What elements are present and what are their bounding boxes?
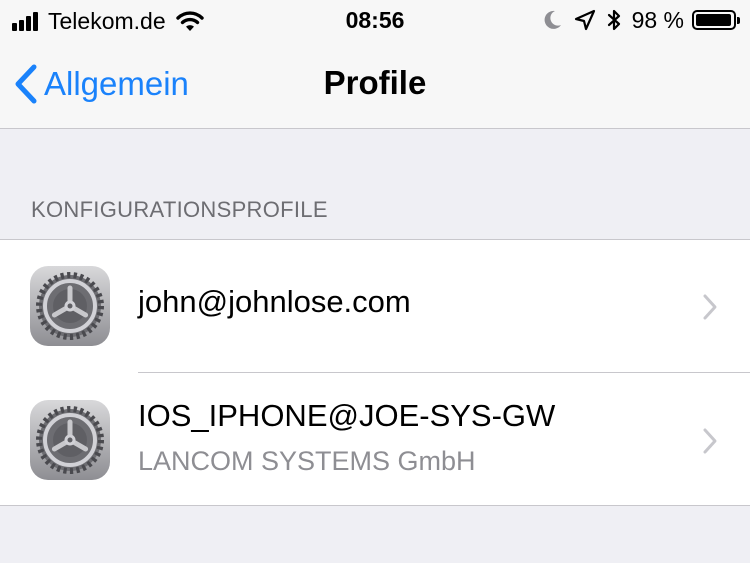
status-right: 98 % bbox=[542, 6, 740, 33]
page-title: Profile bbox=[323, 64, 427, 101]
location-icon bbox=[574, 9, 595, 31]
battery-tip bbox=[737, 17, 740, 24]
profile-row-lancom[interactable]: IOS_IPHONE@JOE-SYS-GW LANCOM SYSTEMS Gmb… bbox=[0, 373, 750, 506]
profile-title: john@johnlose.com bbox=[138, 284, 411, 319]
chevron-right-icon bbox=[703, 294, 717, 320]
battery-fill bbox=[696, 14, 732, 26]
moon-icon bbox=[544, 10, 561, 29]
chevron-right-icon bbox=[703, 428, 717, 454]
profile-list: john@johnlose.com IOS_IPHONE@JOE-SYS-GW … bbox=[0, 239, 750, 506]
battery-icon bbox=[692, 10, 740, 30]
settings-gear-icon bbox=[30, 400, 110, 480]
settings-gear-icon bbox=[30, 266, 110, 346]
profile-row-john[interactable]: john@johnlose.com bbox=[0, 240, 750, 373]
profile-subtitle: LANCOM SYSTEMS GmbH bbox=[138, 446, 476, 476]
section-header: KONFIGURATIONSPROFILE bbox=[31, 197, 328, 222]
status-bar: Telekom.de 08:56 98 % bbox=[0, 0, 750, 40]
bluetooth-icon bbox=[607, 9, 620, 31]
navigation-bar: Allgemein Profile bbox=[0, 40, 750, 128]
battery-percentage: 98 % bbox=[631, 6, 684, 33]
top-bar: Telekom.de 08:56 98 % Allgemein Profile bbox=[0, 0, 750, 129]
profile-title: IOS_IPHONE@JOE-SYS-GW bbox=[138, 398, 556, 433]
